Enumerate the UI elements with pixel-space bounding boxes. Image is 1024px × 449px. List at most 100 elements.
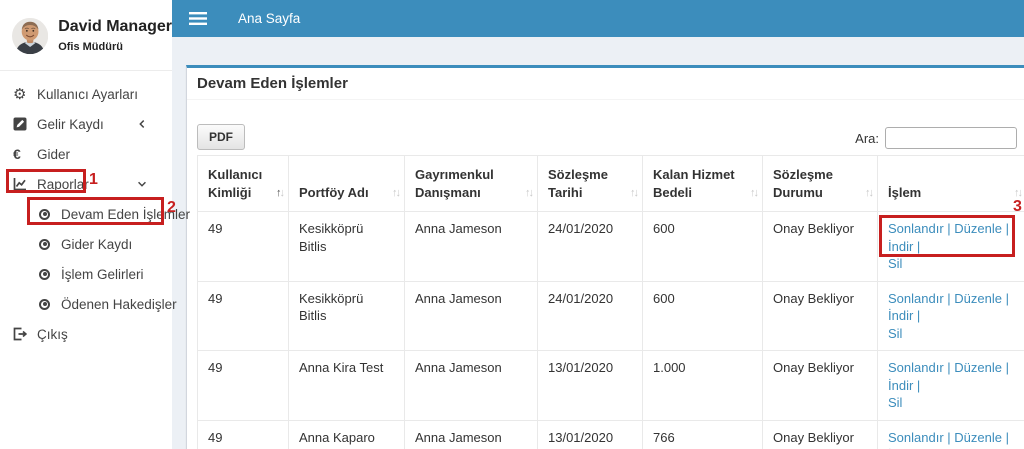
sort-arrows-icon: ↑↓: [525, 187, 534, 200]
sidebar-item-label: Gider: [37, 146, 71, 162]
dot-circle-icon: [39, 238, 61, 250]
panel-header: Devam Eden İşlemler: [187, 68, 1024, 100]
cell-islem: Sonlandır | Düzenle | İndir | Sil: [877, 280, 1024, 352]
table-row: 49 Kesikköprü Bitlis Anna Jameson 24/01/…: [197, 211, 1024, 282]
table-row: 49 Kesikköprü Bitlis Anna Jameson 24/01/…: [197, 280, 1024, 352]
sidebar-item-raporlar[interactable]: Raporlar: [0, 169, 172, 199]
sonlandir-link[interactable]: Sonlandır: [888, 430, 944, 445]
sonlandir-link[interactable]: Sonlandır: [888, 291, 944, 306]
duzenle-link[interactable]: Düzenle: [954, 360, 1002, 375]
cell-islem: Sonlandır | Düzenle | İndir | Sil: [877, 350, 1024, 422]
sidebar-item-gelir-kaydi[interactable]: Gelir Kaydı: [0, 109, 172, 139]
table-row: 49 Anna Kaparo Test Anna Jameson 13/01/2…: [197, 420, 1024, 449]
cell-gayrimenkul-danismani: Anna Jameson: [404, 280, 538, 352]
sidebar-item-label: Gider Kaydı: [61, 236, 133, 252]
sidebar-item-kullanici-ayarlari[interactable]: ⚙ Kullanıcı Ayarları: [0, 79, 172, 109]
gear-icon: ⚙: [13, 85, 27, 103]
dot-circle-icon: [39, 268, 61, 280]
indir-link[interactable]: İndir: [888, 308, 913, 323]
sidebar-subitem-odenen-hakedisler[interactable]: Ödenen Hakedişler: [0, 289, 177, 319]
cell-sozlesme-durumu: Onay Bekliyor: [762, 211, 878, 282]
sidebar-item-label: Ödenen Hakedişler: [61, 296, 177, 312]
cell-sozlesme-durumu: Onay Bekliyor: [762, 350, 878, 422]
column-header-islem[interactable]: İşlem ↑↓: [877, 154, 1024, 213]
cell-kalan-hizmet-bedeli: 1.000: [642, 350, 763, 422]
cell-islem: Sonlandır | Düzenle | İndir | Sil: [877, 211, 1024, 282]
sort-arrows-icon: ↑↓: [865, 187, 874, 200]
sil-link[interactable]: Sil: [888, 256, 902, 271]
edit-icon: [13, 117, 37, 131]
column-header-sozlesme-tarihi[interactable]: Sözleşme Tarihi ↑↓: [537, 154, 643, 213]
sonlandir-link[interactable]: Sonlandır: [888, 221, 944, 236]
sidebar-item-label: Devam Eden İşlemler: [61, 206, 191, 222]
search-input[interactable]: [885, 127, 1017, 149]
cell-kalan-hizmet-bedeli: 600: [642, 280, 763, 352]
sil-link[interactable]: Sil: [888, 395, 902, 410]
cell-kalan-hizmet-bedeli: 600: [642, 211, 763, 282]
column-header-sozlesme-durumu[interactable]: Sözleşme Durumu ↑↓: [762, 154, 878, 213]
sidebar-menu: ⚙ Kullanıcı Ayarları Gelir Kaydı € Gider…: [0, 79, 190, 349]
cell-sozlesme-tarihi: 13/01/2020: [537, 350, 643, 422]
cell-sozlesme-tarihi: 24/01/2020: [537, 211, 643, 282]
sidebar-subitem-islem-gelirleri[interactable]: İşlem Gelirleri: [0, 259, 172, 289]
table-toolbar: PDF Ara:: [197, 110, 1024, 150]
sil-link[interactable]: Sil: [888, 326, 902, 341]
search-label: Ara:: [855, 130, 879, 146]
pdf-export-button[interactable]: PDF: [197, 124, 245, 150]
duzenle-link[interactable]: Düzenle: [954, 221, 1002, 236]
cell-portfoy-adi: Anna Kaparo Test: [288, 420, 405, 449]
column-header-kullanici-kimligi[interactable]: Kullanıcı Kimliği ↑↓: [197, 154, 289, 213]
column-header-gayrimenkul-danismani[interactable]: Gayrımenkul Danışmanı ↑↓: [404, 154, 538, 213]
column-header-portfoy-adi[interactable]: Portföy Adı ↑↓: [288, 154, 405, 213]
panel-title: Devam Eden İşlemler: [197, 75, 348, 92]
cell-gayrimenkul-danismani: Anna Jameson: [404, 211, 538, 282]
cell-portfoy-adi: Kesikköprü Bitlis: [288, 280, 405, 352]
topbar: Ana Sayfa: [172, 0, 1024, 37]
sidebar-item-label: Raporlar: [37, 176, 89, 192]
topbar-nav-ana-sayfa[interactable]: Ana Sayfa: [238, 11, 300, 26]
sonlandir-link[interactable]: Sonlandır: [888, 360, 944, 375]
devam-eden-islemler-panel: Devam Eden İşlemler PDF Ara: Kullanıcı K…: [186, 65, 1024, 449]
cell-sozlesme-durumu: Onay Bekliyor: [762, 280, 878, 352]
sort-arrows-icon: ↑↓: [750, 187, 759, 200]
cell-kullanici-kimligi: 49: [197, 280, 289, 352]
table-row: 49 Anna Kira Test Anna Jameson 13/01/202…: [197, 350, 1024, 422]
indir-link[interactable]: İndir: [888, 239, 913, 254]
sort-arrows-icon: ↑↓: [630, 187, 639, 200]
cell-kullanici-kimligi: 49: [197, 350, 289, 422]
cell-sozlesme-tarihi: 13/01/2020: [537, 420, 643, 449]
sidebar-item-gider[interactable]: € Gider: [0, 139, 172, 169]
sidebar-item-label: Gelir Kaydı: [37, 116, 104, 132]
chevron-left-icon: [136, 118, 148, 130]
chevron-down-icon: [136, 178, 148, 190]
islemler-table: Kullanıcı Kimliği ↑↓ Portföy Adı ↑↓ Gayr…: [197, 154, 1024, 449]
cell-kalan-hizmet-bedeli: 766: [642, 420, 763, 449]
sidebar-subitem-gider-kaydi[interactable]: Gider Kaydı: [0, 229, 172, 259]
dot-circle-icon: [39, 298, 61, 310]
cell-sozlesme-tarihi: 24/01/2020: [537, 280, 643, 352]
euro-icon: €: [13, 146, 21, 162]
cell-kullanici-kimligi: 49: [197, 420, 289, 449]
cell-portfoy-adi: Kesikköprü Bitlis: [288, 211, 405, 282]
cell-kullanici-kimligi: 49: [197, 211, 289, 282]
sidebar-item-label: Kullanıcı Ayarları: [37, 86, 139, 102]
cell-gayrimenkul-danismani: Anna Jameson: [404, 350, 538, 422]
cell-portfoy-adi: Anna Kira Test: [288, 350, 405, 422]
duzenle-link[interactable]: Düzenle: [954, 430, 1002, 445]
cell-sozlesme-durumu: Onay Bekliyor: [762, 420, 878, 449]
hamburger-menu-icon[interactable]: [189, 12, 207, 25]
profile-name: David Manager: [58, 18, 172, 35]
sort-arrows-icon: ↑↓: [276, 187, 285, 200]
sign-out-icon: [13, 327, 37, 341]
sort-arrows-icon: ↑↓: [1014, 187, 1023, 200]
sidebar-subitem-devam-eden-islemler[interactable]: Devam Eden İşlemler: [0, 199, 190, 229]
cell-gayrimenkul-danismani: Anna Jameson: [404, 420, 538, 449]
duzenle-link[interactable]: Düzenle: [954, 291, 1002, 306]
sidebar: David Manager Ofis Müdürü ⚙ Kullanıcı Ay…: [0, 0, 190, 449]
indir-link[interactable]: İndir: [888, 378, 913, 393]
sidebar-item-cikis[interactable]: Çıkış: [0, 319, 172, 349]
cell-islem: Sonlandır | Düzenle | İndir | Sil: [877, 420, 1024, 449]
column-header-kalan-hizmet-bedeli[interactable]: Kalan Hizmet Bedeli ↑↓: [642, 154, 763, 213]
panel-body: PDF Ara: Kullanıcı Kimliği ↑↓ Portföy Ad…: [187, 100, 1024, 449]
sort-arrows-icon: ↑↓: [392, 187, 401, 200]
